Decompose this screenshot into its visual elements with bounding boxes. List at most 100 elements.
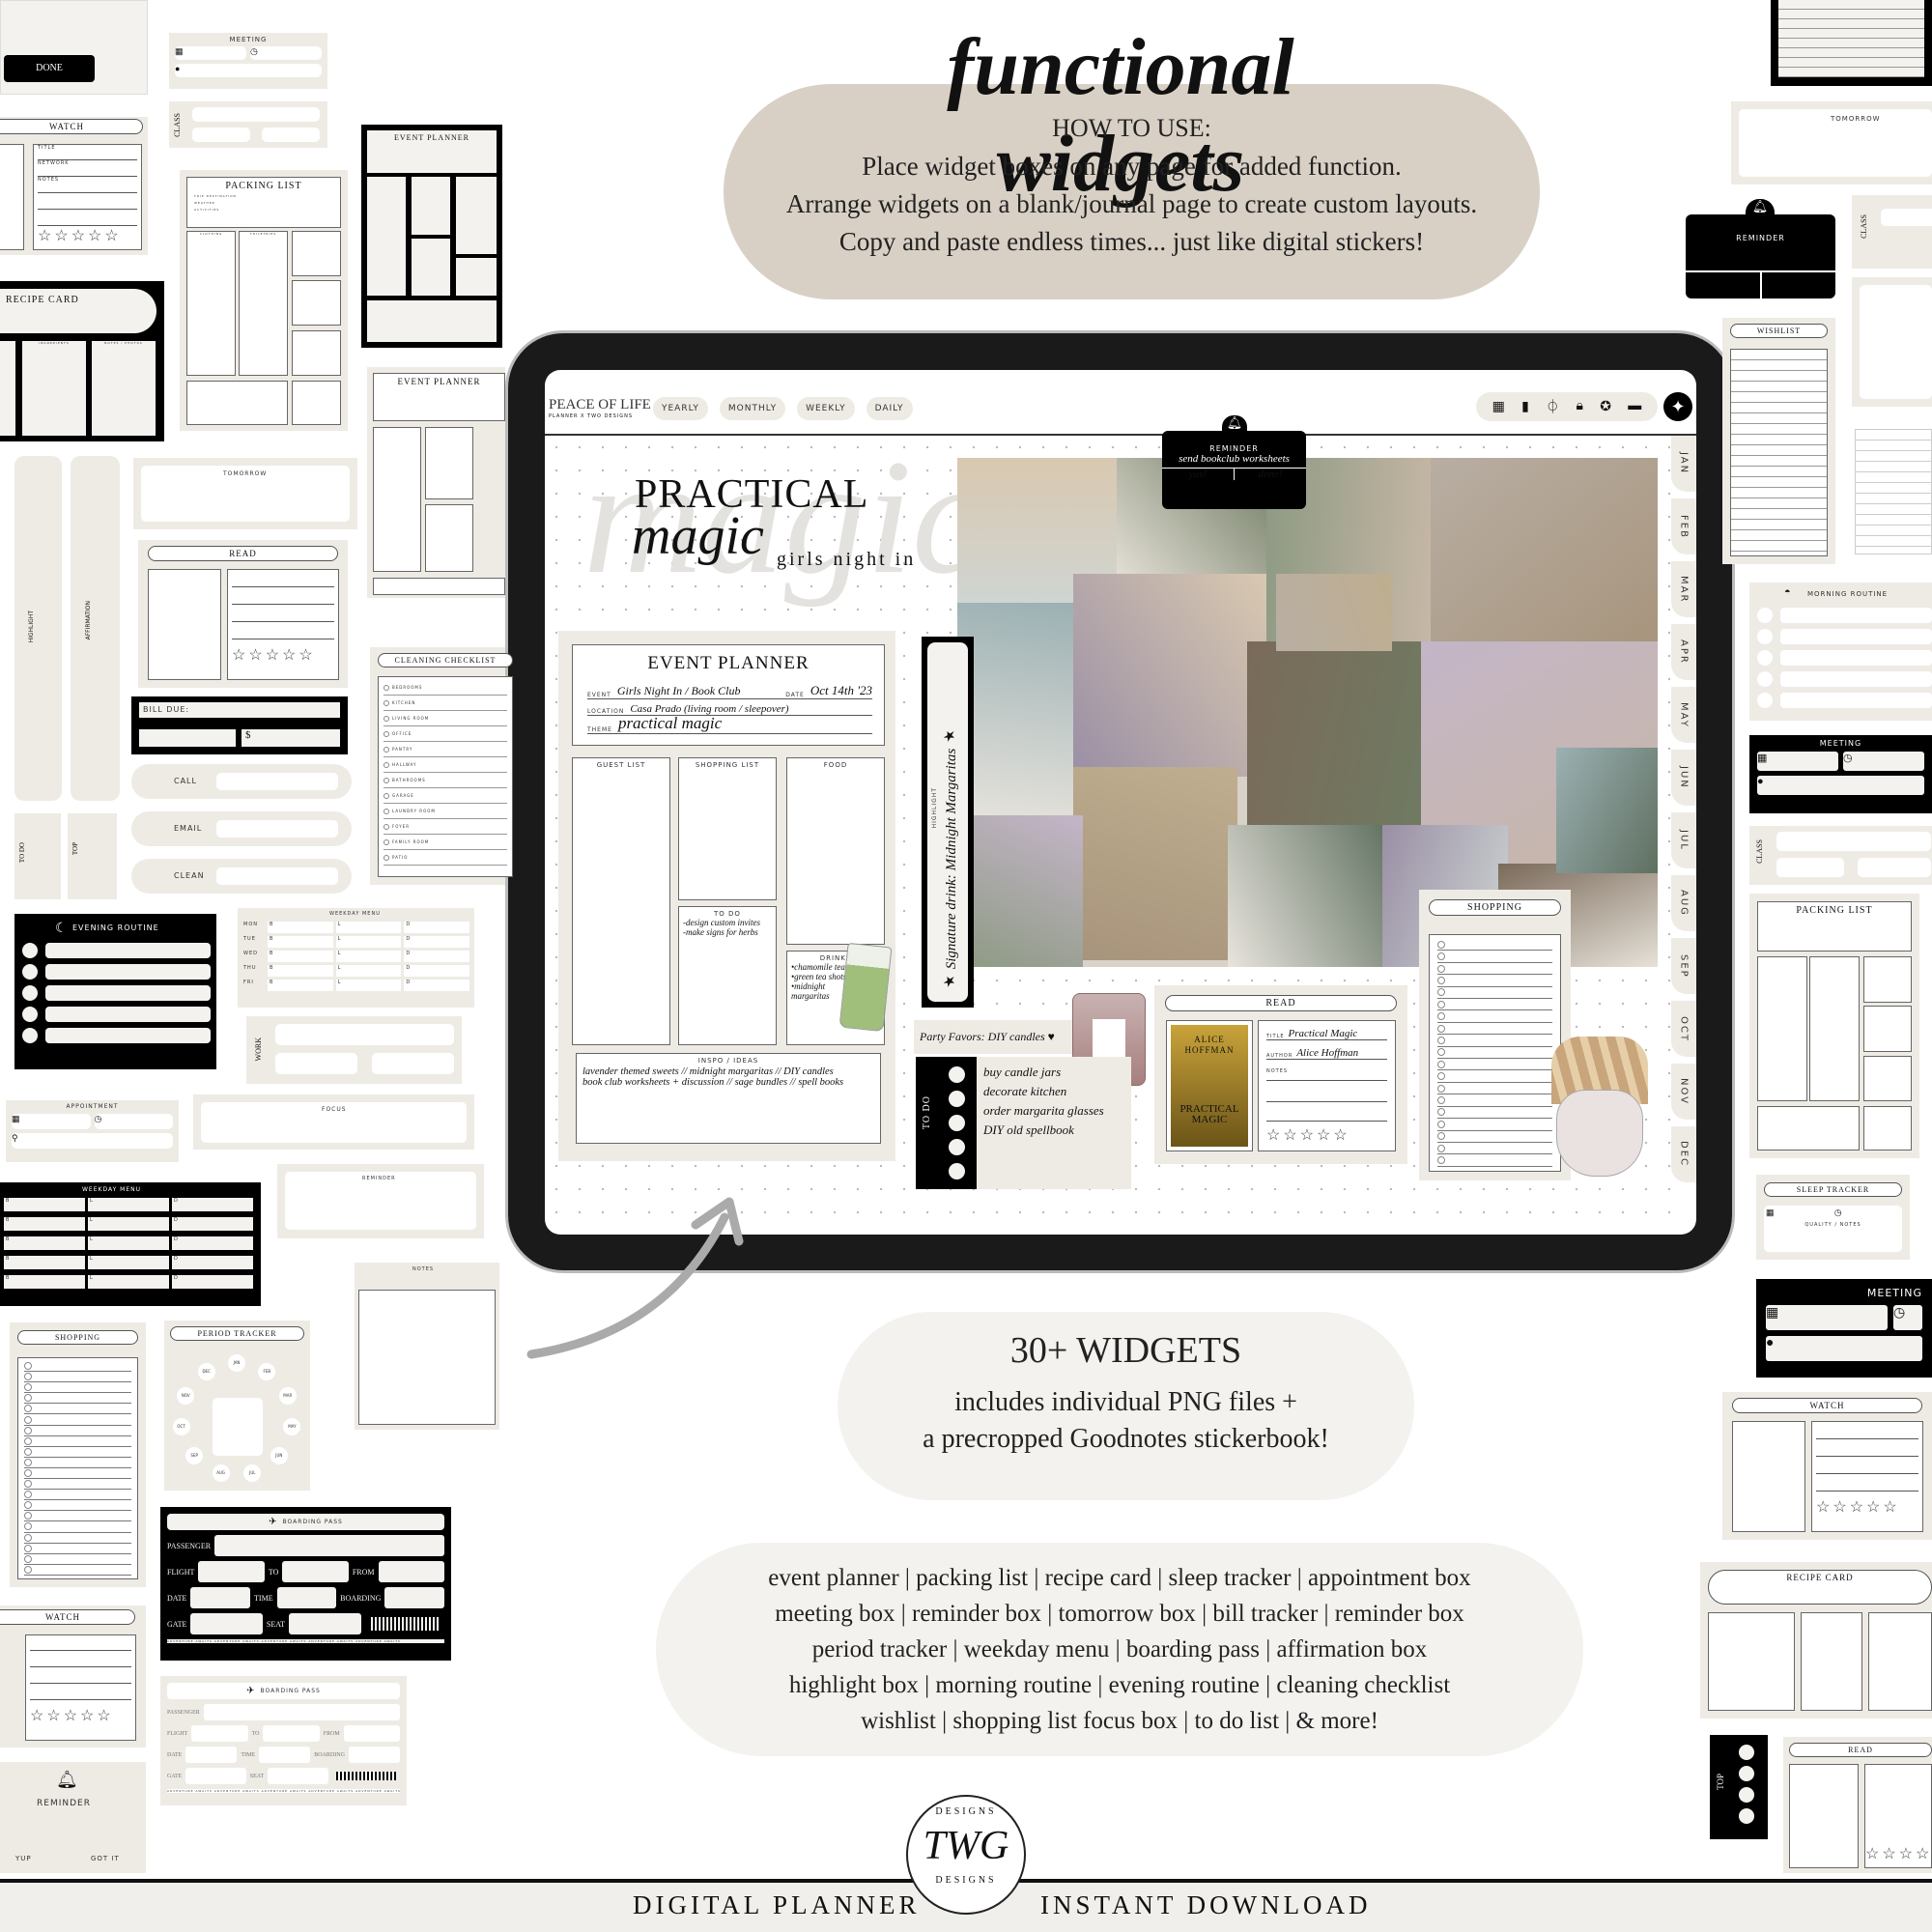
- circle-checkbox-icon[interactable]: [1437, 1000, 1445, 1009]
- checklist-row[interactable]: [1437, 1119, 1552, 1131]
- meal-field[interactable]: B: [4, 1198, 85, 1211]
- routine-rows[interactable]: [1757, 608, 1932, 714]
- routine-row[interactable]: [22, 985, 211, 1001]
- routine-row[interactable]: [22, 964, 211, 980]
- meal-field[interactable]: L: [335, 922, 402, 933]
- month-tab-oct[interactable]: OCT: [1671, 1001, 1696, 1057]
- star-icon[interactable]: ☆: [71, 228, 85, 244]
- star-icon[interactable]: ☆: [1300, 1127, 1314, 1144]
- circle-checkbox-icon[interactable]: [24, 1533, 32, 1542]
- meeting-person-field[interactable]: ●: [175, 64, 322, 77]
- circle-checkbox-icon[interactable]: [24, 1491, 32, 1499]
- meal-field[interactable]: L: [88, 1256, 169, 1269]
- meeting-person-field[interactable]: ●: [1757, 776, 1924, 795]
- meal-field[interactable]: B: [268, 980, 333, 991]
- shopping-list-box[interactable]: SHOPPING LIST: [678, 757, 777, 900]
- todo-item[interactable]: DIY old spellbook: [983, 1122, 1104, 1138]
- star-icon[interactable]: ☆: [298, 647, 312, 664]
- star-icon[interactable]: ☆: [1899, 1846, 1913, 1862]
- guest-list-box[interactable]: GUEST LIST: [572, 757, 670, 1045]
- star-icon[interactable]: ☆: [97, 1708, 110, 1724]
- star-icon[interactable]: ☆: [1916, 1846, 1929, 1862]
- checklist-row[interactable]: [24, 1554, 131, 1565]
- clothing-box[interactable]: CLOTHING: [186, 231, 236, 376]
- title-field[interactable]: TITLE Practical Magic: [1266, 1021, 1387, 1040]
- flight-field[interactable]: [198, 1561, 265, 1582]
- star-icon[interactable]: ☆: [1283, 1127, 1296, 1144]
- shopping-checklist[interactable]: [17, 1357, 138, 1579]
- routine-row[interactable]: [1757, 671, 1932, 687]
- folder-icon[interactable]: ▬: [1628, 399, 1641, 414]
- star-icon[interactable]: ☆: [46, 1708, 60, 1724]
- seat-field[interactable]: [289, 1613, 361, 1634]
- meal-field[interactable]: B: [268, 951, 333, 962]
- circle-checkbox-icon[interactable]: [24, 1512, 32, 1520]
- routine-field[interactable]: [1780, 693, 1932, 708]
- cleaning-row[interactable]: PANTRY: [384, 742, 507, 757]
- class-end-field[interactable]: [262, 128, 320, 142]
- star-icon[interactable]: ☆: [1317, 1127, 1330, 1144]
- star-icon[interactable]: ☆: [88, 228, 101, 244]
- yup-button[interactable]: YUP: [15, 1855, 32, 1862]
- circle-checkbox-icon[interactable]: [1437, 1095, 1445, 1104]
- month-tab-may[interactable]: MAY: [1671, 687, 1696, 743]
- notes-field[interactable]: NOTES: [1266, 1060, 1387, 1081]
- meal-field[interactable]: L: [335, 980, 402, 991]
- star-icon[interactable]: ☆: [282, 647, 296, 664]
- circle-checkbox-icon[interactable]: [1437, 1084, 1445, 1093]
- meal-field[interactable]: L: [335, 965, 402, 977]
- cleaning-row[interactable]: GARAGE: [384, 788, 507, 804]
- wishlist-lines[interactable]: [1730, 349, 1828, 556]
- star-icon[interactable]: ☆: [1266, 1127, 1280, 1144]
- star-icon[interactable]: ☆: [1850, 1499, 1863, 1516]
- circle-checkbox-icon[interactable]: [24, 1468, 32, 1477]
- meal-field[interactable]: D: [404, 936, 470, 948]
- checklist-row[interactable]: [24, 1458, 131, 1468]
- from-field[interactable]: [343, 1725, 400, 1742]
- star-icon[interactable]: ☆: [30, 1708, 43, 1724]
- period-month-circle[interactable]: JAN: [228, 1354, 245, 1372]
- meeting-time-field[interactable]: ◷: [1893, 1305, 1922, 1330]
- checklist-row[interactable]: [24, 1479, 131, 1491]
- star-icon[interactable]: ☆: [248, 647, 262, 664]
- circle-checkbox-icon[interactable]: [24, 1458, 32, 1466]
- todo-item[interactable]: buy candle jars: [983, 1065, 1104, 1080]
- routine-row[interactable]: [1757, 693, 1932, 708]
- sparkle-icon[interactable]: ✦: [1663, 392, 1692, 421]
- email-field[interactable]: [216, 820, 338, 838]
- month-tab-dec[interactable]: DEC: [1671, 1126, 1696, 1182]
- circle-checkbox-icon[interactable]: [1437, 1012, 1445, 1021]
- todo-box[interactable]: TO DO -design custom invites -make signs…: [678, 906, 777, 1045]
- checklist-row[interactable]: [1437, 1131, 1552, 1143]
- cleaning-row[interactable]: FAMILY ROOM: [384, 835, 507, 850]
- checklist-row[interactable]: [24, 1521, 131, 1533]
- meeting-person-field[interactable]: ●: [1766, 1336, 1922, 1361]
- book-cover-box[interactable]: [1789, 1764, 1859, 1868]
- circle-checkbox-icon[interactable]: [24, 1415, 32, 1424]
- circle-checkbox-icon[interactable]: [1437, 1108, 1445, 1117]
- cleaning-row[interactable]: KITCHEN: [384, 696, 507, 711]
- meal-field[interactable]: D: [172, 1256, 253, 1269]
- checklist-row[interactable]: [1437, 939, 1552, 952]
- routine-row[interactable]: [22, 1007, 211, 1022]
- tab-monthly[interactable]: MONTHLY: [719, 397, 786, 420]
- meal-field[interactable]: D: [172, 1275, 253, 1289]
- meal-field[interactable]: L: [88, 1198, 169, 1211]
- circle-checkbox-icon[interactable]: [24, 1565, 32, 1574]
- checklist-row[interactable]: [1437, 951, 1552, 963]
- checkbox-circle[interactable]: [949, 1091, 965, 1107]
- tech-box[interactable]: [292, 280, 341, 326]
- checklist-row[interactable]: [24, 1404, 131, 1415]
- checklist-row[interactable]: [1437, 1035, 1552, 1047]
- rating-stars[interactable]: ☆☆☆☆☆: [1816, 1497, 1918, 1517]
- boarding-field[interactable]: [384, 1587, 444, 1608]
- health-box[interactable]: [292, 231, 341, 276]
- work-field[interactable]: [275, 1024, 454, 1045]
- meal-field[interactable]: B: [4, 1236, 85, 1250]
- routine-field[interactable]: [1780, 650, 1932, 666]
- theme-field[interactable]: THEME practical magic: [587, 714, 872, 734]
- circle-checkbox-icon[interactable]: [24, 1373, 32, 1381]
- star-icon[interactable]: ☆: [1882, 1846, 1895, 1862]
- appointment-location-field[interactable]: ⚲: [12, 1133, 173, 1149]
- circle-checkbox-icon[interactable]: [24, 1362, 32, 1371]
